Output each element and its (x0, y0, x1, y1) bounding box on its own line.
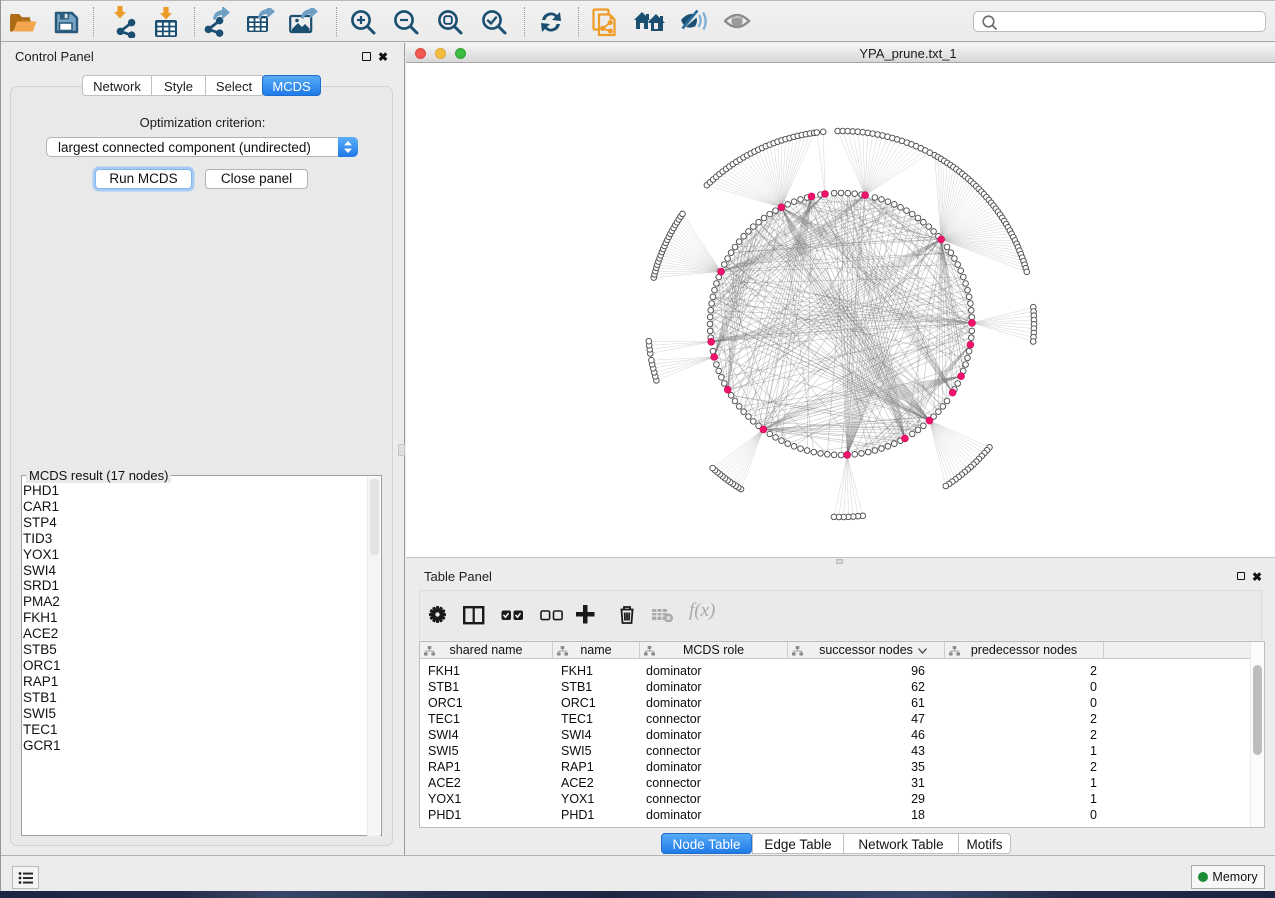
svg-text:f(x): f(x) (689, 601, 715, 621)
